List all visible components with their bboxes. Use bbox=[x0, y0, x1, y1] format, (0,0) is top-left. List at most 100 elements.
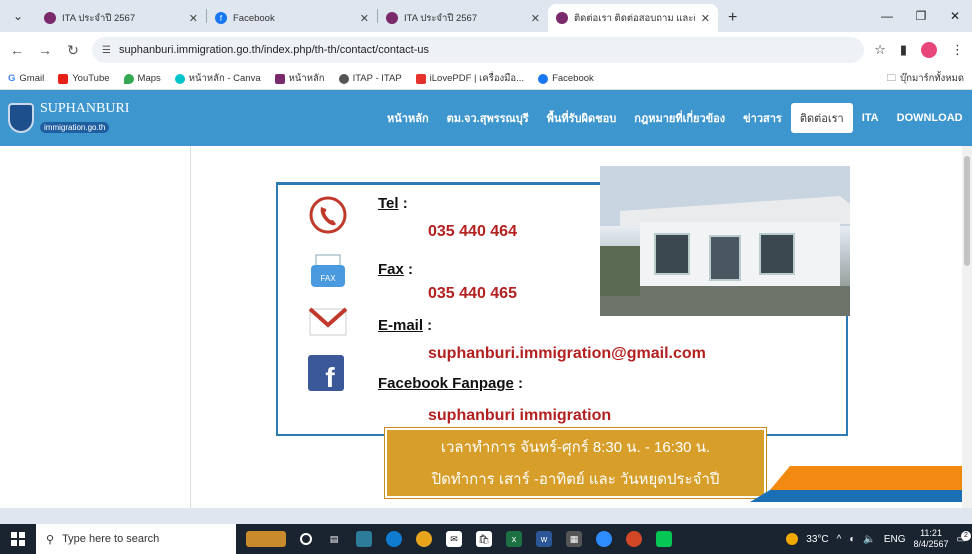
menu-kebab-icon[interactable]: ⋮ bbox=[951, 42, 964, 58]
edge-icon[interactable] bbox=[386, 531, 402, 547]
bookmark-maps[interactable]: Maps bbox=[123, 73, 161, 84]
fax-value[interactable]: 035 440 465 bbox=[428, 285, 517, 303]
tel-value[interactable]: 035 440 464 bbox=[428, 223, 517, 241]
youtube-icon bbox=[58, 73, 69, 84]
excel-icon[interactable]: x bbox=[506, 531, 522, 547]
menu-contact[interactable]: ติดต่อเรา bbox=[790, 103, 853, 133]
globe-icon bbox=[338, 73, 349, 84]
page-scrollbar[interactable] bbox=[962, 146, 972, 508]
bookmark-label: YouTube bbox=[72, 73, 110, 84]
search-icon: ⚲ bbox=[46, 533, 55, 546]
clock-time: 11:21 bbox=[920, 528, 942, 539]
bookmark-itap[interactable]: ITAP - ITAP bbox=[338, 73, 402, 84]
menu-laws[interactable]: กฎหมายที่เกี่ยวข้อง bbox=[625, 103, 734, 133]
profile-avatar-icon[interactable] bbox=[921, 42, 937, 58]
tab-ita-2[interactable]: ITA ประจำปี 2567 ✕ bbox=[378, 4, 548, 32]
task-view-icon[interactable]: ▤ bbox=[326, 531, 342, 547]
bookmark-ilovepdf[interactable]: iLovePDF | เครื่องมือ... bbox=[415, 71, 525, 86]
new-tab-button[interactable]: + bbox=[718, 4, 747, 32]
powerpoint-icon[interactable] bbox=[626, 531, 642, 547]
facebook-value[interactable]: suphanburi immigration bbox=[428, 407, 611, 425]
url-input[interactable]: ☰ suphanburi.immigration.go.th/index.php… bbox=[92, 37, 865, 63]
minimize-icon[interactable]: — bbox=[870, 0, 904, 32]
bookmark-star-icon[interactable]: ☆ bbox=[874, 42, 886, 58]
email-label: E-mail bbox=[378, 317, 424, 334]
bookmark-label: บุ๊กมาร์กทั้งหมด bbox=[900, 73, 964, 84]
hours-line-weekday: เวลาทำการ จันทร์-ศุกร์ 8:30 น. - 16:30 น… bbox=[440, 439, 711, 456]
close-tab-icon[interactable]: ✕ bbox=[701, 12, 710, 25]
fax-icon: FAX bbox=[308, 251, 348, 291]
search-highlight-icon[interactable] bbox=[246, 531, 286, 547]
back-icon[interactable]: ← bbox=[8, 42, 26, 58]
bookmark-label: Gmail bbox=[19, 73, 45, 84]
clock[interactable]: 11:21 8/4/2567 bbox=[914, 528, 949, 550]
heart-icon bbox=[415, 73, 426, 84]
office-building-photo bbox=[600, 166, 850, 316]
widgets-icon[interactable] bbox=[356, 531, 372, 547]
bookmark-label: หน้าหลัก bbox=[288, 73, 325, 84]
menu-download[interactable]: DOWNLOAD bbox=[888, 106, 972, 130]
sidepanel-icon[interactable]: ▮ bbox=[900, 42, 907, 58]
search-placeholder: Type here to search bbox=[62, 533, 160, 545]
word-icon[interactable]: w bbox=[536, 531, 552, 547]
menu-home[interactable]: หน้าหลัก bbox=[378, 103, 438, 133]
mail-icon[interactable]: ✉ bbox=[446, 531, 462, 547]
bookmark-gmail[interactable]: G Gmail bbox=[8, 73, 44, 84]
bookmark-home[interactable]: หน้าหลัก bbox=[274, 71, 325, 86]
system-tray: 33°C ^ ◐ 🔈 ENG 11:21 8/4/2567 ▭2 bbox=[786, 528, 972, 550]
volume-icon[interactable]: 🔈 bbox=[863, 534, 875, 545]
office-hours-banner: เวลาทำการ จันทร์-ศุกร์ 8:30 น. - 16:30 น… bbox=[385, 428, 766, 498]
menu-news[interactable]: ข่าวสาร bbox=[734, 103, 791, 133]
cortana-icon[interactable] bbox=[300, 533, 312, 545]
taskbar-search-input[interactable]: ⚲ Type here to search bbox=[36, 524, 236, 554]
site-favicon-icon bbox=[386, 12, 398, 24]
line-icon[interactable] bbox=[656, 531, 672, 547]
menu-area[interactable]: พื้นที่รับผิดชอบ bbox=[538, 103, 626, 133]
bookmark-facebook[interactable]: Facebook bbox=[538, 73, 594, 84]
site-favicon-icon bbox=[44, 12, 56, 24]
zoom-icon[interactable] bbox=[596, 531, 612, 547]
language-indicator[interactable]: ENG bbox=[884, 534, 906, 545]
tab-strip: ⌄ ITA ประจำปี 2567 ✕ f Facebook ✕ ITA ปร… bbox=[0, 0, 972, 32]
decorative-arrow-graphic bbox=[750, 466, 962, 502]
canva-icon bbox=[174, 73, 185, 84]
email-value[interactable]: suphanburi.immigration@gmail.com bbox=[428, 345, 706, 363]
site-logo[interactable]: SUPHANBURI immigration.go.th bbox=[0, 101, 340, 135]
tab-contact-us[interactable]: ติดต่อเรา ติดต่อสอบถาม และติดตาม ✕ bbox=[548, 4, 718, 32]
site-header: SUPHANBURI immigration.go.th หน้าหลัก ตม… bbox=[0, 90, 972, 146]
close-tab-icon[interactable]: ✕ bbox=[360, 12, 369, 25]
scrollbar-thumb[interactable] bbox=[964, 156, 970, 266]
close-tab-icon[interactable]: ✕ bbox=[189, 12, 198, 25]
site-info-icon[interactable]: ☰ bbox=[102, 45, 111, 56]
menu-office[interactable]: ตม.จว.สุพรรณบุรี bbox=[438, 103, 538, 133]
tab-title: Facebook bbox=[233, 12, 275, 24]
bookmark-label: Maps bbox=[137, 73, 161, 84]
all-bookmarks-folder[interactable]: 🗀 บุ๊กมาร์กทั้งหมด bbox=[887, 71, 964, 87]
reload-icon[interactable]: ↻ bbox=[64, 42, 82, 59]
address-bar-row: ← → ↻ ☰ suphanburi.immigration.go.th/ind… bbox=[0, 32, 972, 68]
weather-icon[interactable] bbox=[786, 533, 799, 545]
store-icon[interactable]: 🛍 bbox=[476, 531, 492, 547]
close-tab-icon[interactable]: ✕ bbox=[531, 12, 540, 25]
forward-icon[interactable]: → bbox=[36, 42, 54, 58]
facebook-icon: f bbox=[308, 355, 344, 391]
google-icon: G bbox=[8, 73, 16, 84]
restore-icon[interactable]: ❐ bbox=[904, 0, 938, 32]
network-icon[interactable]: ◐ bbox=[849, 534, 855, 545]
window-controls: — ❐ ✕ bbox=[870, 0, 972, 32]
clock-date: 8/4/2567 bbox=[913, 539, 949, 549]
weather-temp[interactable]: 33°C bbox=[806, 534, 828, 545]
windows-start-icon[interactable] bbox=[0, 524, 36, 554]
menu-ita[interactable]: ITA bbox=[853, 106, 888, 130]
tab-facebook[interactable]: f Facebook ✕ bbox=[207, 4, 377, 32]
bookmark-label: iLovePDF | เครื่องมือ... bbox=[429, 73, 525, 84]
notifications-icon[interactable]: ▭2 bbox=[957, 530, 971, 545]
calculator-icon[interactable]: ▦ bbox=[566, 531, 582, 547]
close-window-icon[interactable]: ✕ bbox=[938, 0, 972, 32]
bookmark-youtube[interactable]: YouTube bbox=[58, 73, 110, 84]
tab-search-chevron-icon[interactable]: ⌄ bbox=[0, 0, 36, 32]
tab-ita-1[interactable]: ITA ประจำปี 2567 ✕ bbox=[36, 4, 206, 32]
chrome-icon[interactable] bbox=[416, 531, 432, 547]
bookmark-canva[interactable]: หน้าหลัก - Canva bbox=[174, 71, 261, 86]
chevron-up-icon[interactable]: ^ bbox=[837, 534, 842, 545]
